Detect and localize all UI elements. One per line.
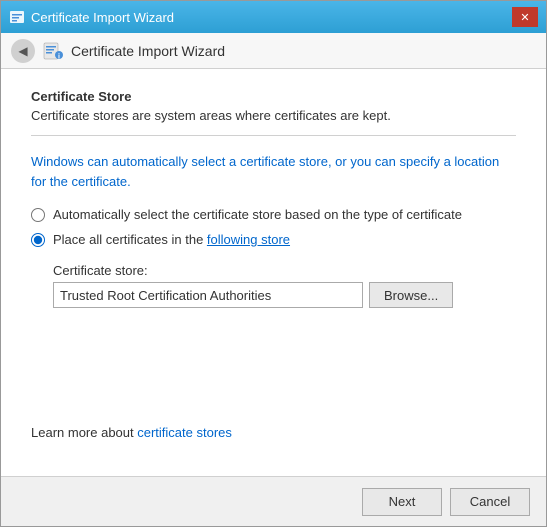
radio-auto-label[interactable]: Automatically select the certificate sto… — [53, 207, 462, 222]
footer-text-prefix: Learn more about — [31, 425, 137, 440]
radio-auto-item: Automatically select the certificate sto… — [31, 207, 516, 222]
back-icon: ◀ — [18, 44, 27, 58]
radio-manual[interactable] — [31, 233, 45, 247]
title-bar-left: Certificate Import Wizard — [9, 9, 512, 25]
title-bar-controls: ✕ — [512, 7, 538, 27]
radio-manual-label-prefix: Place all certificates in the — [53, 232, 207, 247]
svg-text:i: i — [58, 53, 60, 60]
title-bar: Certificate Import Wizard ✕ — [1, 1, 546, 33]
nav-title: Certificate Import Wizard — [71, 43, 225, 59]
radio-auto[interactable] — [31, 208, 45, 222]
window-title: Certificate Import Wizard — [31, 10, 174, 25]
section-title: Certificate Store — [31, 89, 516, 104]
cert-store-row: Browse... — [53, 282, 516, 308]
divider — [31, 135, 516, 136]
wizard-icon — [9, 9, 25, 25]
footer-link-area: Learn more about certificate stores — [31, 425, 516, 440]
spacer — [31, 308, 516, 425]
cert-store-section: Certificate store: Browse... — [53, 263, 516, 308]
cert-store-input[interactable] — [53, 282, 363, 308]
radio-manual-label-link: following store — [207, 232, 290, 247]
radio-group: Automatically select the certificate sto… — [31, 207, 516, 247]
wizard-nav-icon: i — [43, 41, 63, 61]
radio-manual-item: Place all certificates in the following … — [31, 232, 516, 247]
nav-bar: ◀ i Certificate Import Wizard — [1, 33, 546, 69]
browse-button[interactable]: Browse... — [369, 282, 453, 308]
next-button[interactable]: Next — [362, 488, 442, 516]
close-icon: ✕ — [520, 11, 529, 24]
info-text: Windows can automatically select a certi… — [31, 152, 516, 191]
back-button[interactable]: ◀ — [11, 39, 35, 63]
footer-link[interactable]: certificate stores — [137, 425, 232, 440]
section-subtitle: Certificate stores are system areas wher… — [31, 108, 516, 123]
button-bar: Next Cancel — [1, 476, 546, 526]
cancel-button[interactable]: Cancel — [450, 488, 530, 516]
cert-store-label: Certificate store: — [53, 263, 516, 278]
radio-manual-label[interactable]: Place all certificates in the following … — [53, 232, 290, 247]
main-window: Certificate Import Wizard ✕ ◀ i Certific… — [0, 0, 547, 527]
close-button[interactable]: ✕ — [512, 7, 538, 27]
content-area: Certificate Store Certificate stores are… — [1, 69, 546, 476]
